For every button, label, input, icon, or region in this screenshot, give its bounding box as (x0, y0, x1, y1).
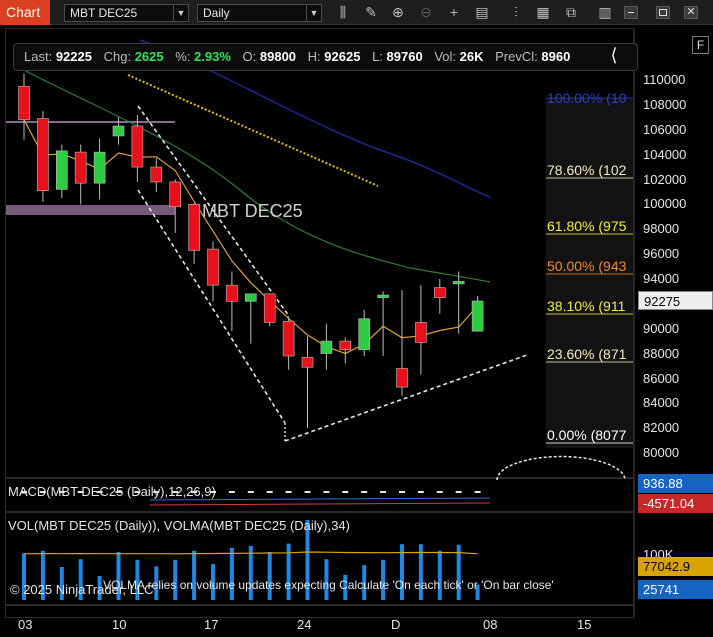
price-tick-label: 80000 (643, 445, 680, 460)
volma-note: VOLMA relies on volume updates expecting… (103, 578, 554, 592)
price-tick-label: 88000 (643, 346, 680, 361)
low-value: 89760 (386, 49, 423, 64)
last-value: 92225 (55, 49, 92, 64)
price-tick-label: 102000 (643, 172, 687, 187)
x-tick-label: 24 (297, 617, 312, 632)
x-tick-label: 10 (112, 617, 127, 632)
last-price-badge: 92275 (638, 291, 713, 310)
high-label: H: (307, 49, 321, 64)
price-tick-label: 106000 (643, 122, 687, 137)
price-tick-label: 82000 (643, 420, 680, 435)
vol-label: VOL(MBT DEC25 (Daily)), VOLMA(MBT DEC25 … (8, 518, 350, 533)
price-tick-label: 84000 (643, 395, 680, 410)
pct-label: %: (175, 49, 191, 64)
x-tick-label: 17 (204, 617, 219, 632)
fib-level-label[interactable]: 50.00% (943 (547, 258, 635, 274)
x-tick-label: 15 (577, 617, 592, 632)
fib-level-label[interactable]: 0.00% (8077 (547, 427, 635, 443)
fib-level-label[interactable]: 100.00% (10 (547, 90, 635, 106)
chg-value: 2625 (134, 49, 164, 64)
price-tick-label: 98000 (643, 221, 680, 236)
low-label: L: (372, 49, 383, 64)
fib-level-label[interactable]: 61.80% (975 (547, 218, 635, 234)
open-value: 89800 (259, 49, 297, 64)
volma-value-badge: 77042.9 (638, 557, 713, 576)
x-tick-label: 03 (18, 617, 33, 632)
price-tick-label: 94000 (643, 271, 680, 286)
price-tick-label: 110000 (643, 72, 686, 87)
vol-value: 26K (459, 49, 484, 64)
fib-level-label[interactable]: 23.60% (871 (547, 346, 635, 362)
macd-value-badge: 936.88 (638, 474, 713, 493)
macd-signal-badge: -4571.04 (638, 494, 713, 513)
price-tick-label: 104000 (643, 147, 687, 162)
collapse-icon[interactable]: ⟨ (604, 45, 624, 65)
instrument-chart-label: MBT DEC25 (202, 201, 303, 221)
price-tick-label: 108000 (643, 97, 687, 112)
data-info-bar: Last: 92225 Chg: 2625 %: 2.93% O: 89800 … (13, 43, 638, 71)
prevcl-label: PrevCl: (495, 49, 538, 64)
fib-level-label[interactable]: 38.10% (911 (547, 298, 635, 314)
vol-label: Vol: (434, 49, 457, 64)
x-tick-label: 08 (483, 617, 498, 632)
last-label: Last: (24, 49, 53, 64)
price-tick-label: 86000 (643, 371, 680, 386)
open-label: O: (242, 49, 257, 64)
chg-label: Chg: (103, 49, 132, 64)
prevcl-value: 8960 (541, 49, 571, 64)
vol-value-badge: 25741 (638, 580, 713, 599)
pct-value: 2.93% (194, 49, 231, 64)
high-value: 92625 (324, 49, 361, 64)
price-tick-label: 96000 (643, 246, 680, 261)
macd-label: MACD(MBT DEC25 (Daily),12,26,9) (8, 484, 216, 499)
fib-level-label[interactable]: 78.60% (102 (547, 162, 635, 178)
price-tick-label: 100000 (643, 196, 687, 211)
x-tick-label: D (391, 617, 401, 632)
price-tick-label: 90000 (643, 321, 680, 336)
f-button[interactable]: F (692, 36, 709, 54)
